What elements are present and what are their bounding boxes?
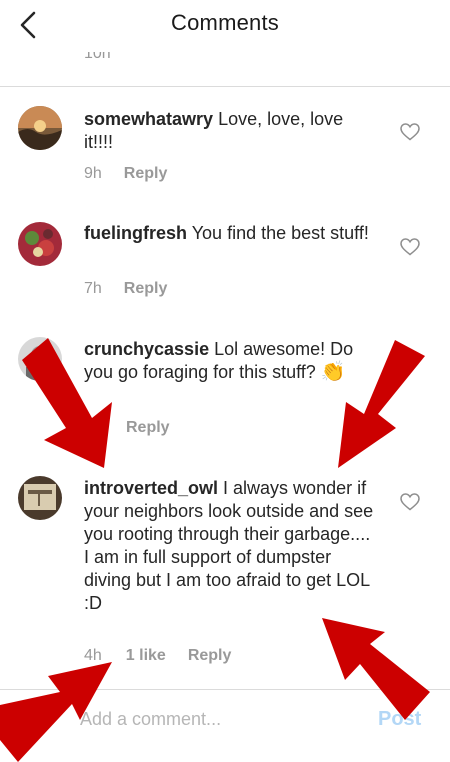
comment-text: fuelingfresh You find the best stuff! xyxy=(84,223,369,243)
comment-username[interactable]: fuelingfresh xyxy=(84,223,187,243)
comment-time: 9h xyxy=(84,165,102,182)
comment-time: 7h xyxy=(84,280,102,297)
comment-username[interactable]: somewhatawry xyxy=(84,109,213,129)
heart-icon[interactable] xyxy=(400,123,420,141)
header-bar: Comments xyxy=(0,0,450,52)
comment-time: 4h xyxy=(84,647,102,664)
avatar[interactable] xyxy=(18,476,62,520)
comment-meta: Reply xyxy=(84,419,170,437)
comment-input[interactable] xyxy=(80,704,360,734)
reply-button[interactable]: Reply xyxy=(124,280,168,298)
heart-icon[interactable] xyxy=(400,493,420,511)
post-button[interactable]: Post xyxy=(378,708,421,731)
clapping-hands-icon: 👏 xyxy=(320,361,346,383)
comment-composer: Post xyxy=(0,690,450,762)
comment-text: introverted_owl I always wonder if your … xyxy=(84,478,374,613)
comment-username[interactable]: introverted_owl xyxy=(84,478,218,498)
reply-button[interactable]: Reply xyxy=(124,165,168,183)
divider xyxy=(0,86,450,87)
reply-button[interactable]: Reply xyxy=(126,419,170,437)
comment-username[interactable]: crunchycassie xyxy=(84,339,209,359)
comment-meta: 4h 1 like Reply xyxy=(84,647,231,665)
avatar[interactable] xyxy=(18,106,62,150)
page-title: Comments xyxy=(171,10,279,35)
comment-text: somewhatawry Love, love, love it!!!! xyxy=(84,109,344,152)
avatar[interactable] xyxy=(18,222,62,266)
likes-count[interactable]: 1 like xyxy=(126,647,166,665)
avatar[interactable] xyxy=(18,337,62,381)
comment-meta: 7h Reply xyxy=(84,280,167,298)
comment-text: crunchycassie Lol awesome! Do you go for… xyxy=(84,339,354,383)
heart-icon[interactable] xyxy=(400,238,420,256)
comment-meta: 9h Reply xyxy=(84,165,167,183)
reply-button[interactable]: Reply xyxy=(188,647,232,665)
